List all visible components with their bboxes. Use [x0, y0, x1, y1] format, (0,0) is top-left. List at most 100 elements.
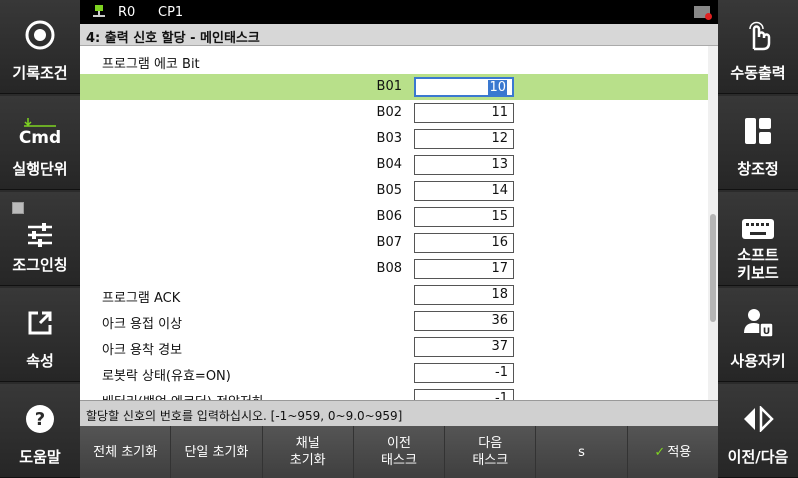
properties-label: 속성 [26, 352, 54, 370]
bit-name: B01 [376, 79, 402, 94]
signal-row[interactable]: 아크 용접 이상 36 [80, 308, 708, 334]
section-label: 프로그램 에코 Bit [102, 57, 200, 72]
bit-value-input[interactable]: 11 [414, 103, 514, 123]
channel-reset-button[interactable]: 채널초기화 [262, 426, 354, 478]
prev-next-button[interactable]: 이전/다음 [718, 384, 798, 478]
bit-value-input[interactable]: 14 [414, 181, 514, 201]
bottom-toolbar: 전체 초기화 단일 초기화 채널 초기화 이전 태스크 다음 태스크 s ✓ 적용 [80, 426, 718, 478]
s-button[interactable]: s [536, 426, 628, 478]
signal-row[interactable]: 아크 용착 경보 37 [80, 334, 708, 360]
reset-all-button[interactable]: 전체 초기화 [80, 426, 172, 478]
button-label-line1: 전체 초기화 [93, 444, 158, 460]
bit-name: B02 [376, 105, 402, 120]
help-button[interactable]: ? 도움말 [0, 384, 80, 478]
help-label: 도움말 [19, 448, 61, 466]
manual-output-label: 수동출력 [730, 64, 786, 82]
bit-value-input[interactable]: 13 [414, 155, 514, 175]
alert-flag-icon [694, 6, 712, 20]
window-adjust-label: 창조정 [737, 160, 779, 178]
jog-indicator [12, 202, 24, 214]
cmd-label: Cmd [18, 128, 62, 148]
execution-unit-button[interactable]: Cmd 실행단위 [0, 96, 80, 190]
signal-value-input[interactable]: -1 [414, 363, 514, 383]
window-adjust-button[interactable]: 창조정 [718, 96, 798, 190]
soft-keyboard-button[interactable]: 소프트 키보드 [718, 192, 798, 286]
button-label-line1: 단일 초기화 [184, 444, 249, 460]
robot-icon [92, 4, 106, 22]
button-label-line2: 초기화 [289, 453, 326, 468]
bit-row[interactable]: B08 17 [80, 256, 708, 282]
bit-row[interactable]: B01 10 [80, 74, 708, 100]
bit-row[interactable]: B02 11 [80, 100, 708, 126]
page-title: 4: 출력 신호 할당 - 메인태스크 [80, 24, 718, 46]
signal-name: 프로그램 ACK [102, 291, 181, 306]
bit-value-input[interactable]: 15 [414, 207, 514, 227]
bit-name: B04 [376, 157, 402, 172]
properties-button[interactable]: 속성 [0, 288, 80, 382]
signal-value-input[interactable]: 18 [414, 285, 514, 305]
signal-row[interactable]: 프로그램 ACK 18 [80, 282, 708, 308]
signal-row[interactable]: 배터리(백업 엔코더) 전압저하 -1 [80, 386, 708, 400]
user-key-button[interactable]: U 사용자키 [718, 288, 798, 382]
robot-id: R0 [118, 5, 136, 20]
bit-name: B08 [376, 261, 402, 276]
bit-row[interactable]: B06 15 [80, 204, 708, 230]
keyboard-icon [718, 212, 798, 246]
record-icon [0, 18, 80, 52]
bit-value-input[interactable]: 17 [414, 259, 514, 279]
signal-row[interactable]: 로봇락 상태(유효=ON) -1 [80, 360, 708, 386]
right-menu: 수동출력 창조정 소프트 키보드 U 사용자키 이전/다음 [718, 0, 798, 478]
signal-list: 프로그램 에코 Bit B01 10 B02 11 B03 12 B04 13 B05 14 B06… [80, 46, 718, 400]
apply-button[interactable]: ✓ 적용 [627, 426, 718, 478]
user-key-icon: U [718, 306, 798, 340]
button-label-line1: 다음 [478, 436, 503, 451]
record-condition-button[interactable]: 기록조건 [0, 0, 80, 94]
jog-inching-button[interactable]: 조그인칭 [0, 192, 80, 286]
bit-value-input[interactable]: 16 [414, 233, 514, 253]
signal-value-input[interactable]: -1 [414, 389, 514, 400]
button-label-line1: 채널 [295, 436, 320, 451]
manual-output-button[interactable]: 수동출력 [718, 0, 798, 94]
bit-name: B06 [376, 209, 402, 224]
button-label-line2: 태스크 [381, 453, 417, 468]
user-key-label: 사용자키 [730, 352, 786, 370]
svg-text:U: U [763, 327, 770, 337]
signal-name: 아크 용접 이상 [102, 317, 183, 332]
signal-name: 배터리(백업 엔코더) 전압저하 [102, 391, 264, 400]
reset-single-button[interactable]: 단일 초기화 [171, 426, 263, 478]
button-label-line2: 태스크 [472, 453, 509, 468]
status-message: 할당할 신호의 번호를 입력하십시오. [-1~959, 0~9.0~959] [80, 400, 718, 426]
jog-inching-label: 조그인칭 [12, 256, 68, 274]
section-header-row: 프로그램 에코 Bit [80, 48, 708, 74]
bit-name: B03 [376, 131, 402, 146]
bit-row[interactable]: B03 12 [80, 126, 708, 152]
touch-icon [718, 18, 798, 52]
help-icon: ? [0, 402, 80, 436]
bit-value-input[interactable]: 10 [414, 77, 514, 97]
sliders-icon [0, 218, 80, 252]
prev-task-button[interactable]: 이전 태스크 [353, 426, 446, 478]
next-task-button[interactable]: 다음태스크 [445, 426, 537, 478]
external-link-icon [0, 306, 80, 340]
signal-value-input[interactable]: 36 [414, 311, 514, 331]
bit-name: B05 [376, 183, 402, 198]
signal-name: 아크 용착 경보 [102, 343, 183, 358]
soft-keyboard-label: 소프트 키보드 [718, 246, 798, 282]
apply-label: 적용 [667, 444, 692, 460]
bit-value-input[interactable]: 12 [414, 129, 514, 149]
signal-value-input[interactable]: 37 [414, 337, 514, 357]
prev-next-label: 이전/다음 [727, 448, 789, 466]
soft-keyboard-label-line2: 키보드 [737, 264, 779, 282]
bit-name: B07 [376, 235, 402, 250]
soft-keyboard-label-line1: 소프트 [737, 246, 779, 264]
scrollbar-thumb[interactable] [710, 214, 716, 322]
top-status-bar: R0 CP1 [80, 0, 718, 24]
bit-row[interactable]: B07 16 [80, 230, 708, 256]
layout-icon [718, 114, 798, 148]
button-label-line1: s [578, 444, 585, 460]
prev-next-icon [718, 402, 798, 436]
scrollbar[interactable] [708, 46, 718, 400]
bit-row[interactable]: B05 14 [80, 178, 708, 204]
bit-row[interactable]: B04 13 [80, 152, 708, 178]
signal-name: 로봇락 상태(유효=ON) [102, 369, 231, 384]
